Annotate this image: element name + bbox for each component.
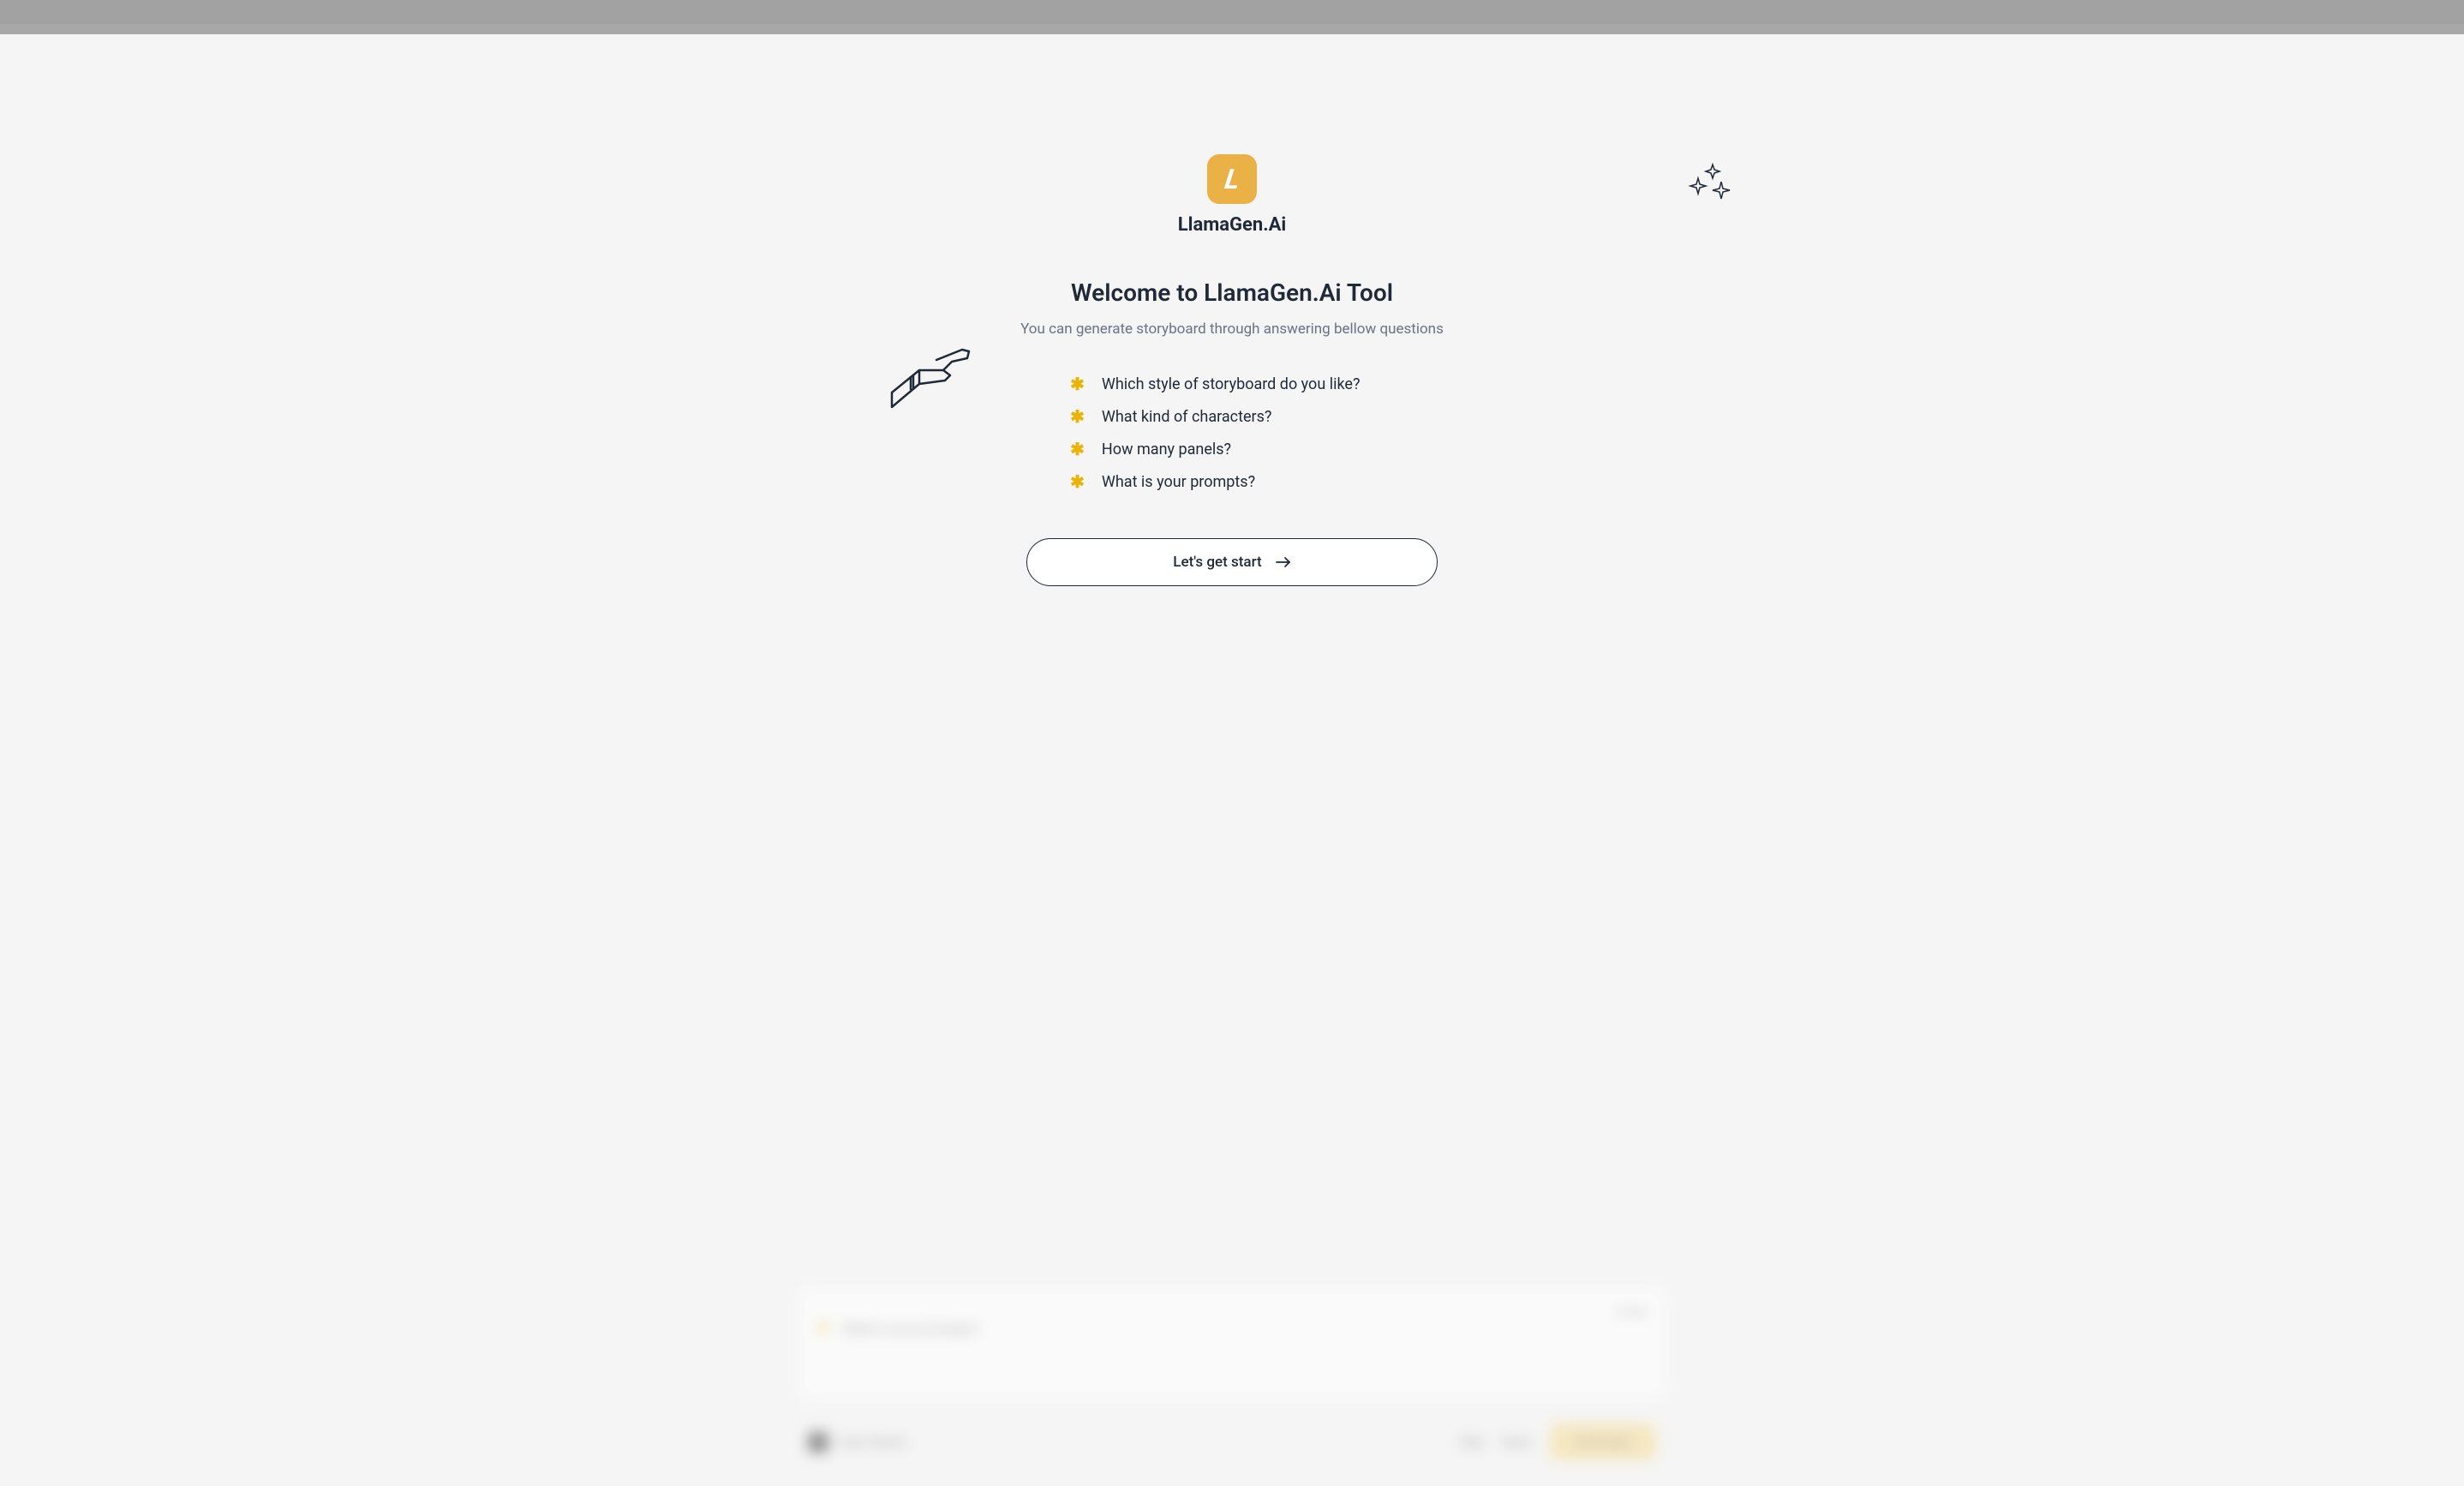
- question-item: ✱ What kind of characters?: [1070, 406, 1360, 427]
- sparkles-decoration: [1684, 163, 1735, 213]
- welcome-subtitle: You can generate storyboard through answ…: [1020, 321, 1444, 338]
- question-text: How many panels?: [1102, 440, 1231, 458]
- question-text: What kind of characters?: [1102, 408, 1272, 426]
- question-text: Which style of storyboard do you like?: [1102, 375, 1361, 393]
- logo-letter: L: [1223, 163, 1241, 195]
- question-item: ✱ What is your prompts?: [1070, 471, 1360, 492]
- browser-top-bar: [0, 0, 2464, 34]
- arrow-right-icon: [1276, 556, 1291, 568]
- pointing-hand-decoration: [883, 334, 978, 423]
- asterisk-icon: ✱: [1070, 374, 1085, 394]
- question-item: ✱ How many panels?: [1070, 439, 1360, 459]
- get-started-button[interactable]: Let's get start: [1026, 538, 1438, 586]
- welcome-title: Welcome to LlamaGen.Ai Tool: [1071, 279, 1393, 307]
- brand-name: LlamaGen.Ai: [1178, 214, 1287, 236]
- welcome-modal: L LlamaGen.Ai Welcome to LlamaGen.Ai Too…: [0, 34, 2464, 1486]
- question-text: What is your prompts?: [1102, 473, 1255, 491]
- button-label: Let's get start: [1173, 554, 1261, 571]
- modal-overlay: 0/600 ✱ What is your prompts? User Name …: [0, 34, 2464, 1486]
- asterisk-icon: ✱: [1070, 439, 1085, 459]
- asterisk-icon: ✱: [1070, 406, 1085, 427]
- asterisk-icon: ✱: [1070, 471, 1085, 492]
- brand-logo: L: [1207, 154, 1257, 204]
- question-item: ✱ Which style of storyboard do you like?: [1070, 374, 1360, 394]
- questions-list: ✱ Which style of storyboard do you like?…: [1070, 374, 1360, 492]
